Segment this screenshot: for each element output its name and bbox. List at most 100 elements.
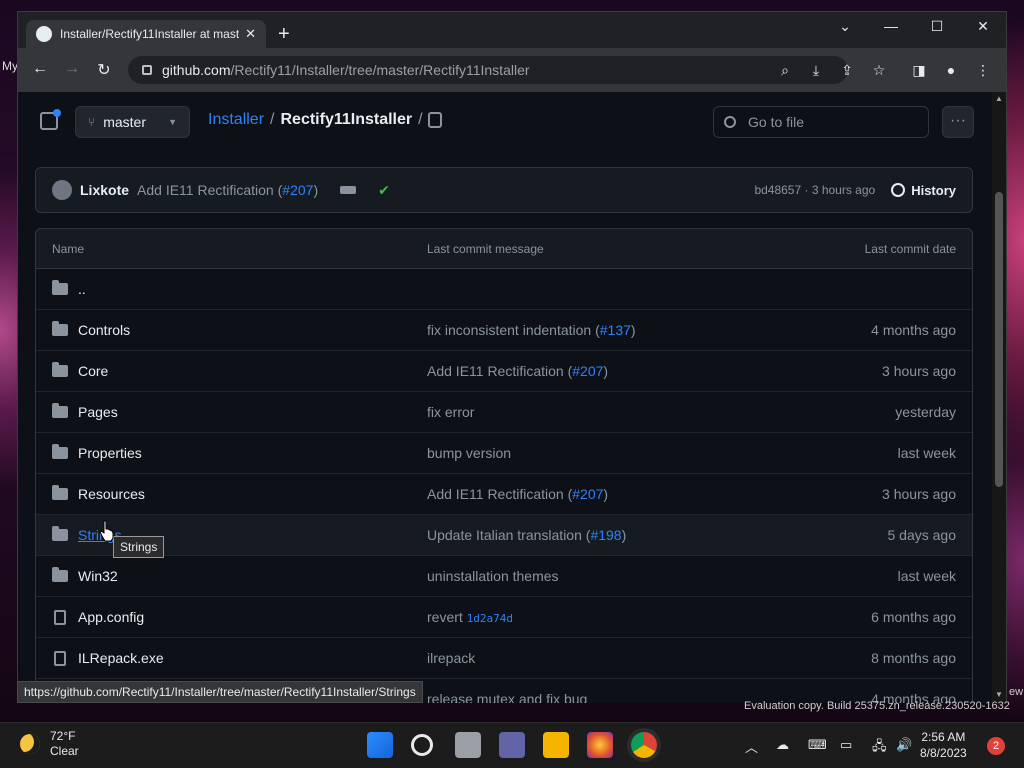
- share-icon[interactable]: ⇪: [838, 62, 856, 79]
- pr-link[interactable]: #137: [600, 322, 631, 338]
- firefox-icon[interactable]: [587, 732, 613, 758]
- commit-pr-link[interactable]: #207: [282, 182, 313, 198]
- file-tree-toggle-icon[interactable]: [40, 109, 61, 130]
- page-scrollbar[interactable]: ▲ ▼: [992, 92, 1006, 703]
- pr-link[interactable]: #207: [572, 363, 603, 379]
- commit-message-link[interactable]: fix inconsistent indentation (#137): [427, 322, 756, 338]
- install-app-icon[interactable]: ⤓: [807, 62, 825, 79]
- expand-message-icon[interactable]: [340, 186, 357, 194]
- file-name-link[interactable]: Controls: [78, 322, 130, 338]
- lock-icon[interactable]: [142, 65, 152, 75]
- commit-message-link[interactable]: ilrepack: [427, 650, 756, 666]
- go-to-file-input[interactable]: Go to file: [713, 106, 929, 138]
- weather-temp: 72°F: [50, 729, 76, 743]
- display-icon[interactable]: ▭: [840, 737, 852, 753]
- minimize-icon[interactable]: —: [868, 18, 914, 34]
- back-icon[interactable]: ←: [30, 60, 50, 78]
- folder-icon: [52, 403, 68, 418]
- side-panel-icon[interactable]: ◨: [910, 62, 928, 79]
- commit-date: 6 months ago: [871, 609, 956, 625]
- table-row[interactable]: Win32 uninstallation themes last week: [36, 556, 972, 597]
- table-row[interactable]: Pages fix error yesterday: [36, 392, 972, 433]
- table-row[interactable]: App.config revert 1d2a74d 6 months ago: [36, 597, 972, 638]
- clock[interactable]: 2:56 AM 8/8/2023: [920, 729, 967, 761]
- commit-sha-link[interactable]: 1d2a74d: [467, 612, 513, 625]
- new-tab-icon[interactable]: +: [278, 24, 290, 44]
- file-icon: [54, 609, 66, 625]
- parent-directory-row[interactable]: ..: [36, 269, 972, 310]
- close-window-icon[interactable]: ✕: [960, 18, 1006, 35]
- go-to-file-placeholder: Go to file: [748, 114, 805, 130]
- start-icon[interactable]: [367, 732, 393, 758]
- file-name-link[interactable]: Core: [78, 363, 108, 379]
- taskbar: 72°F Clear ︿ ☁ ⌨ ▭ 🖧 🔊 2:56 AM 8/8/2023 2: [0, 722, 1024, 768]
- forward-icon[interactable]: →: [62, 60, 82, 78]
- file-name-link[interactable]: Pages: [78, 404, 118, 420]
- more-options-button[interactable]: ···: [942, 106, 974, 138]
- chrome-icon[interactable]: [631, 732, 657, 758]
- commit-sha-time[interactable]: bd48657 · 3 hours ago: [754, 183, 875, 197]
- profile-icon[interactable]: ●: [942, 62, 960, 78]
- breadcrumb-repo-link[interactable]: Installer: [208, 111, 264, 129]
- zoom-search-icon[interactable]: ⌕: [776, 62, 794, 79]
- commit-author[interactable]: Lixkote: [80, 182, 129, 198]
- commit-message-link[interactable]: Add IE11 Rectification (#207): [427, 486, 756, 502]
- scroll-down-icon[interactable]: ▼: [995, 690, 1003, 699]
- pr-link[interactable]: #198: [590, 527, 621, 543]
- bookmark-star-icon[interactable]: ☆: [870, 62, 888, 79]
- weather-widget[interactable]: 72°F Clear: [20, 729, 79, 759]
- commit-message-link[interactable]: uninstallation themes: [427, 568, 756, 584]
- search-taskbar-icon[interactable]: [411, 734, 433, 756]
- onedrive-icon[interactable]: ☁: [776, 737, 789, 753]
- network-icon[interactable]: 🖧: [872, 737, 887, 759]
- commit-message-link[interactable]: bump version: [427, 445, 756, 461]
- table-row[interactable]: Strings Update Italian translation (#198)…: [36, 515, 972, 556]
- maximize-icon[interactable]: ☐: [914, 18, 960, 35]
- commit-message-link[interactable]: Update Italian translation (#198): [427, 527, 756, 543]
- browser-menu-icon[interactable]: ⋮: [974, 62, 992, 79]
- check-status-icon[interactable]: ✔: [378, 182, 390, 199]
- parent-directory-link[interactable]: ..: [78, 281, 86, 297]
- table-row[interactable]: Properties bump version last week: [36, 433, 972, 474]
- clock-time: 2:56 AM: [921, 730, 966, 744]
- table-row[interactable]: ILRepack.exe ilrepack 8 months ago: [36, 638, 972, 679]
- address-bar[interactable]: github.com /Rectify11/Installer/tree/mas…: [128, 56, 848, 84]
- history-button[interactable]: History: [891, 183, 956, 198]
- folder-icon: [52, 280, 68, 295]
- commit-message[interactable]: Add IE11 Rectification (#207): [137, 182, 318, 198]
- table-row[interactable]: Resources Add IE11 Rectification (#207) 3 …: [36, 474, 972, 515]
- keyboard-icon[interactable]: ⌨: [808, 737, 827, 753]
- notification-badge[interactable]: 2: [987, 737, 1005, 755]
- commit-message-link[interactable]: fix error: [427, 404, 756, 420]
- file-name-link[interactable]: App.config: [78, 609, 144, 625]
- branch-selector-button[interactable]: ⑂ master ▼: [75, 106, 190, 138]
- pr-link[interactable]: #207: [572, 486, 603, 502]
- copy-path-icon[interactable]: [428, 112, 442, 128]
- reload-icon[interactable]: ↻: [94, 60, 114, 80]
- table-row[interactable]: Controls fix inconsistent indentation (#1…: [36, 310, 972, 351]
- show-hidden-icons-chevron[interactable]: ︿: [745, 737, 758, 756]
- author-avatar[interactable]: [52, 180, 72, 200]
- commit-message-link[interactable]: revert 1d2a74d: [427, 609, 756, 625]
- file-name-link[interactable]: Win32: [78, 568, 118, 584]
- breadcrumb-separator: /: [418, 111, 423, 128]
- folder-icon: [52, 485, 68, 500]
- table-row[interactable]: Core Add IE11 Rectification (#207) 3 hours…: [36, 351, 972, 392]
- task-view-icon[interactable]: [455, 732, 481, 758]
- file-name-link[interactable]: ILRepack.exe: [78, 650, 164, 666]
- tab-search-chevron-icon[interactable]: ⌄: [822, 18, 868, 35]
- file-explorer-icon[interactable]: [543, 732, 569, 758]
- desktop-icon-label[interactable]: My: [2, 59, 18, 73]
- close-tab-icon[interactable]: ✕: [245, 26, 256, 42]
- url-path: /Rectify11/Installer/tree/master/Rectify…: [230, 62, 530, 78]
- chat-icon[interactable]: [499, 732, 525, 758]
- github-page: ⑂ master ▼ Installer / Rectify11Installe…: [18, 92, 992, 703]
- scroll-up-icon[interactable]: ▲: [995, 94, 1003, 103]
- file-name-link[interactable]: Properties: [78, 445, 142, 461]
- commit-message-link[interactable]: release mutex and fix bug: [427, 691, 756, 703]
- volume-icon[interactable]: 🔊: [896, 737, 912, 753]
- commit-message-link[interactable]: Add IE11 Rectification (#207): [427, 363, 756, 379]
- file-name-link[interactable]: Resources: [78, 486, 145, 502]
- browser-tab[interactable]: Installer/Rectify11Installer at master ✕: [26, 20, 266, 48]
- scrollbar-thumb[interactable]: [995, 192, 1003, 487]
